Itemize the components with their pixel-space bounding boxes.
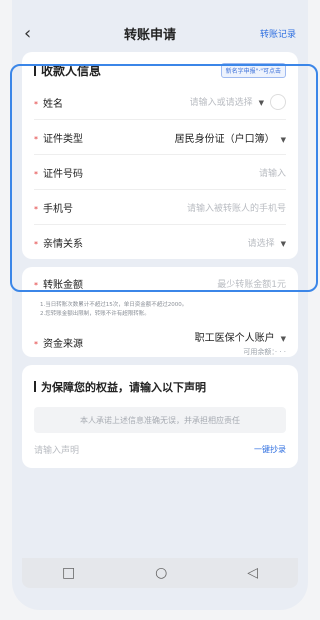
field-relation[interactable]: 亲情关系 请选择 ▼ [34,225,286,259]
note-2: 2.您转账金额出限制，转账不许有超限转账。 [40,311,150,317]
section-bar [34,66,36,76]
note-1: 1.当日转账次数累计不超过15次，单日资金额不超过2000。 [40,302,188,308]
name-label: 姓名 [34,95,63,110]
page-title: 转账申请 [123,27,176,43]
back-nav-icon[interactable]: ◁ [247,565,258,581]
fund-source-label: 资金来源 [34,335,83,350]
back-icon[interactable]: ‹ [24,23,54,44]
field-id-type[interactable]: 证件类型 居民身份证（户口簿） ▼ [34,120,286,155]
name-input[interactable]: 请输入或请选择 [190,98,253,108]
payee-section-title: 收款人信息 [34,62,101,79]
field-phone[interactable]: 手机号 请输入被转账人的手机号 [34,190,286,225]
declaration-card: 为保障您的权益，请输入以下声明 本人承诺上述信息准确无误，并承担相应责任 请输入… [22,365,298,468]
recents-icon[interactable]: □ [62,565,75,581]
system-nav-bar: □ ○ ◁ [22,558,298,588]
phone-screen: ‹ 转账申请 转账记录 收款人信息 新名字申报"·"可点击 姓名 请输入或请选择… [12,0,308,610]
phone-input[interactable]: 请输入被转账人的手机号 [187,201,286,214]
id-number-label: 证件号码 [34,165,83,180]
new-name-badge[interactable]: 新名字申报"·"可点击 [220,63,286,78]
declaration-title-text: 为保障您的权益，请输入以下声明 [41,381,206,394]
chevron-down-icon[interactable]: ▼ [281,240,286,248]
fund-source-value: 职工医保个人账户 [194,333,275,344]
relation-label: 亲情关系 [34,235,83,250]
field-fund-source[interactable]: 资金来源 职工医保个人账户 ▼ 可用余额：· · · [34,329,286,357]
copy-declaration-button[interactable]: 一键抄录 [254,444,286,455]
chevron-down-icon[interactable]: ▼ [281,136,286,144]
declaration-statement: 本人承诺上述信息准确无误，并承担相应责任 [34,407,286,433]
field-id-number[interactable]: 证件号码 请输入 [34,155,286,190]
field-name[interactable]: 姓名 请输入或请选择 ▼ [34,85,286,120]
status-bar [12,0,308,14]
payee-section-header: 收款人信息 新名字申报"·"可点击 [22,52,298,85]
chevron-down-icon[interactable]: ▼ [281,335,286,343]
home-icon[interactable]: ○ [155,565,167,581]
transfer-card: 转账金额 最少转账金额1元 1.当日转账次数累计不超过15次，单日资金额不超过2… [22,267,298,357]
amount-input[interactable]: 最少转账金额1元 [217,277,286,290]
transfer-notes: 1.当日转账次数累计不超过15次，单日资金额不超过2000。 2.您转账金额出限… [22,299,298,325]
payee-info-card: 收款人信息 新名字申报"·"可点击 姓名 请输入或请选择 ▼ 证件类型 居民身份证… [22,52,298,259]
contact-select-icon[interactable] [270,94,286,110]
amount-label: 转账金额 [34,276,83,291]
payee-section-title-text: 收款人信息 [41,64,102,78]
phone-label: 手机号 [34,200,73,215]
dropdown-arrow-icon[interactable]: ▼ [259,99,264,107]
fund-balance: 可用余额：· · · [195,347,286,357]
id-type-select[interactable]: 居民身份证（户口簿） [175,134,275,145]
field-amount[interactable]: 转账金额 最少转账金额1元 [34,267,286,299]
id-type-label: 证件类型 [34,130,83,145]
declaration-title: 为保障您的权益，请输入以下声明 [22,365,298,407]
fund-balance-label: 可用余额： [243,348,275,356]
fund-source-select[interactable]: 职工医保个人账户 ▼ 可用余额：· · · [195,329,286,357]
relation-select[interactable]: 请选择 [248,239,275,249]
declaration-input-row: 请输入声明 一键抄录 [34,443,286,468]
nav-bar: ‹ 转账申请 转账记录 [12,14,308,52]
fund-balance-value: · · · [274,348,286,356]
id-number-input[interactable]: 请输入 [259,166,286,179]
declaration-input[interactable]: 请输入声明 [34,443,79,456]
section-bar [34,381,36,392]
transfer-records-link[interactable]: 转账记录 [246,27,296,40]
